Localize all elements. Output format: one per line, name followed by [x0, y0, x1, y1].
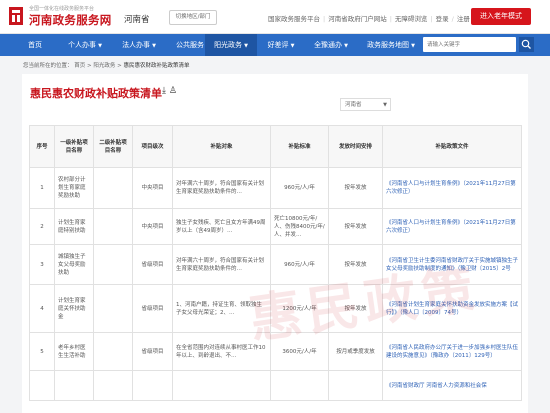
row-number: 3: [29, 244, 55, 285]
logo-icon: [9, 7, 23, 25]
level1-name: 城镇独生子女父母奖励扶助: [54, 244, 94, 285]
policy-doc-link[interactable]: 《河南省财政厅 河南省人力资源和社会保: [382, 370, 522, 401]
breadcrumb-home[interactable]: 首页: [74, 63, 85, 69]
payout-schedule: 按年发放: [328, 167, 383, 209]
breadcrumb: 您当前所在的位置： 首页 > 阳光政务 > 惠民惠农财政补贴政策清单: [23, 63, 190, 69]
nav-sunshine-gov[interactable]: 阳光政务 ▼: [205, 34, 257, 56]
chevron-down-icon: ▼: [290, 43, 295, 49]
accessibility-link[interactable]: 无障碍浏览: [395, 15, 428, 23]
row-number: [29, 370, 55, 401]
level1-name: 计划生育家庭关怀扶助金: [54, 284, 94, 333]
region-select[interactable]: 河南省 ▼: [340, 98, 391, 111]
logo-subtitle: 全国一体化在线政务服务平台: [29, 6, 95, 12]
user-icon[interactable]: ♙: [169, 86, 177, 96]
login-link[interactable]: 登录: [436, 15, 449, 23]
breadcrumb-current: 惠民惠农财政补贴政策清单: [123, 63, 190, 69]
elder-mode-button[interactable]: 进入老年模式: [471, 8, 531, 25]
level1-name: [54, 370, 94, 401]
table-row: 《河南省财政厅 河南省人力资源和社会保: [29, 370, 522, 401]
level1-name: 农村部分计划生育家庭奖励扶助: [54, 167, 94, 209]
region-switch-button[interactable]: 切换地区/部门: [169, 10, 217, 25]
row-number: 1: [29, 167, 55, 209]
top-links: 国家政务服务平台 | 河南省政府门户网站 | 无障碍浏览 | 登录 / 注册: [268, 15, 470, 23]
nav-evaluation[interactable]: 好差评 ▼: [257, 34, 305, 56]
register-link[interactable]: 注册: [457, 15, 470, 23]
breadcrumb-prefix: 您当前所在的位置：: [23, 63, 73, 69]
project-tier: [132, 370, 173, 401]
project-tier: 省级项目: [132, 332, 173, 371]
table-header-row: 序号 一级补贴项目名称 二级补贴项目名称 项目级次 补贴对象 补贴标准 发放时间…: [29, 125, 522, 168]
chevron-down-icon: ▼: [411, 43, 415, 49]
nav-personal[interactable]: 个人办事 ▼: [58, 34, 112, 56]
search-box: [423, 37, 516, 52]
top-header: 全国一体化在线政务服务平台 河南政务服务网 河南省 切换地区/部门 国家政务服务…: [0, 0, 550, 34]
row-number: 5: [29, 332, 55, 371]
title-icons: ⤓ ♙: [162, 86, 177, 96]
table-row: 1 农村部分计划生育家庭奖励扶助 中央项目 对年满六十周岁，符合国家有关计划生育…: [29, 167, 522, 209]
column-header: 补贴标准: [270, 125, 329, 168]
project-tier: 省级项目: [132, 244, 173, 285]
column-header: 序号: [29, 125, 55, 168]
level2-name: [93, 284, 133, 333]
nav-all-province[interactable]: 全豫通办 ▼: [305, 34, 357, 56]
subsidy-standard: [270, 370, 329, 401]
breadcrumb-sunshine-gov[interactable]: 阳光政务: [93, 63, 115, 69]
chevron-down-icon: ▼: [244, 43, 248, 49]
payout-schedule: [328, 370, 383, 401]
table-row: 2 计划生育家庭特别扶助 中央项目 独生子女残疾、死亡且女方年满49周岁以上（含…: [29, 208, 522, 245]
page-title: 惠民惠农财政补贴政策清单: [30, 87, 162, 100]
column-header: 二级补贴项目名称: [93, 125, 133, 168]
level2-name: [93, 208, 133, 245]
download-icon[interactable]: ⤓: [162, 86, 166, 96]
subsidy-target: 独生子女残疾、死亡且女方年满49周岁以上（含49周岁）…: [172, 208, 271, 245]
column-header: 补贴政策文件: [382, 125, 522, 168]
search-icon[interactable]: [519, 37, 534, 52]
chevron-down-icon: ▼: [98, 43, 102, 49]
chevron-down-icon: ▼: [383, 102, 387, 108]
level1-name: 计划生育家庭特别扶助: [54, 208, 94, 245]
project-tier: 省级项目: [132, 284, 173, 333]
policy-doc-link[interactable]: 《河南省人口与计划生育条例》（2021年11月27日第六次修正）: [382, 208, 522, 245]
project-tier: 中央项目: [132, 208, 173, 245]
policy-doc-link[interactable]: 《河南省人民政府办公厅关于进一步加强乡村医生队伍建设的实施意见》（豫政办〔201…: [382, 332, 522, 371]
nav-corporate[interactable]: 法人办事 ▼: [112, 34, 166, 56]
nav-home[interactable]: 首页: [18, 34, 52, 56]
subsidy-target: [172, 370, 271, 401]
subsidy-standard: 960元/人/年: [270, 167, 329, 209]
chevron-down-icon: ▼: [152, 43, 156, 49]
column-header: 一级补贴项目名称: [54, 125, 94, 168]
row-number: 2: [29, 208, 55, 245]
content-panel: 惠民惠农财政补贴政策清单 ⤓ ♙ 河南省 ▼ 序号 一级补贴项目名称 二级补贴项目…: [22, 74, 528, 413]
search-input[interactable]: [427, 37, 507, 52]
row-number: 4: [29, 284, 55, 333]
provincial-portal-link[interactable]: 河南省政府门户网站: [328, 15, 387, 23]
level2-name: [93, 332, 133, 371]
subsidy-target: 对年满六十周岁，符合国家有关计划生育家庭奖励扶助条件的…: [172, 167, 271, 209]
chevron-down-icon: ▼: [344, 43, 348, 49]
nav-service-map[interactable]: 政务服务地图 ▼: [360, 34, 422, 56]
national-platform-link[interactable]: 国家政务服务平台: [268, 15, 320, 23]
level2-name: [93, 167, 133, 209]
column-header: 发放时间安排: [328, 125, 383, 168]
policy-doc-link[interactable]: 《河南省人口与计划生育条例》（2021年11月27日第六次修正）: [382, 167, 522, 209]
current-province: 河南省: [124, 15, 150, 25]
level2-name: [93, 244, 133, 285]
project-tier: 中央项目: [132, 167, 173, 209]
subsidy-standard: 死亡10800元/年/人、伤残8400元/年/人、并发…: [270, 208, 329, 245]
level1-name: 老年乡村医生生活补助: [54, 332, 94, 371]
payout-schedule: 按年发放: [328, 208, 383, 245]
level2-name: [93, 370, 133, 401]
column-header: 补贴对象: [172, 125, 271, 168]
column-header: 项目级次: [132, 125, 173, 168]
site-title[interactable]: 河南政务服务网: [29, 12, 112, 28]
